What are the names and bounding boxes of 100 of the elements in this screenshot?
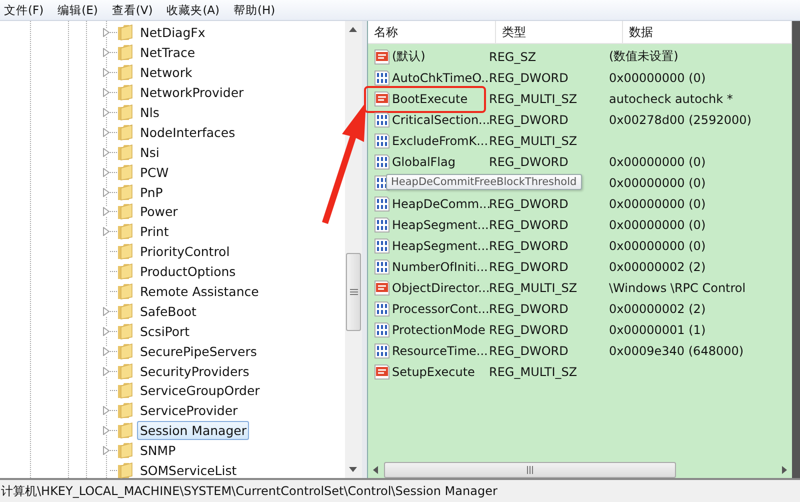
value-data: 0x0009e340 (648000) (609, 344, 745, 358)
scroll-left-icon[interactable] (373, 466, 378, 474)
expand-icon[interactable] (103, 207, 110, 216)
menu-item[interactable]: 收藏夹(A) (166, 2, 220, 18)
value-name[interactable]: HeapSegment... (392, 238, 489, 252)
tree-item[interactable]: Session Manager (137, 421, 250, 440)
folder-icon (117, 44, 135, 62)
value-data: \Windows \RPC Control (609, 280, 747, 294)
expand-icon[interactable] (103, 168, 110, 177)
folder-icon (117, 263, 135, 280)
tree-item[interactable]: ServiceGroupOrder (137, 381, 263, 400)
scroll-up-icon[interactable] (349, 27, 357, 32)
tree-item[interactable]: Power (137, 202, 181, 222)
folder-icon (117, 203, 135, 220)
value-type: REG_DWORD (489, 154, 570, 168)
value-name[interactable]: NumberOfIniti... (392, 260, 488, 274)
column-header[interactable]: 名称 (368, 21, 496, 43)
tree-item[interactable]: PriorityControl (137, 242, 233, 262)
tree-item[interactable]: PnP (137, 182, 166, 202)
grip-icon (350, 289, 358, 295)
scroll-thumb[interactable] (346, 253, 361, 331)
expand-icon[interactable] (103, 108, 110, 117)
tree-item[interactable]: SecurePipeServers (137, 342, 260, 361)
value-name[interactable]: ProcessorCont... (392, 302, 490, 316)
tree-item[interactable]: NetTrace (137, 43, 198, 62)
expand-icon[interactable] (103, 28, 110, 38)
expand-icon[interactable] (103, 227, 110, 236)
value-name[interactable]: ObjectDirector... (392, 280, 490, 294)
tree-item[interactable]: SafeBoot (137, 302, 200, 321)
value-type: REG_DWORD (489, 238, 570, 252)
expand-icon[interactable] (103, 366, 110, 376)
expand-icon[interactable] (103, 68, 110, 78)
value-data: 0x00000000 (0) (609, 218, 707, 232)
column-header[interactable]: 数据 (623, 21, 792, 43)
expand-icon[interactable] (103, 446, 110, 456)
menu-item[interactable]: 查看(V) (112, 2, 153, 18)
value-name[interactable]: (默认) (392, 48, 426, 65)
value-data: 0x00000000 (0) (609, 196, 707, 210)
tree-item[interactable]: Network (137, 63, 196, 82)
expand-icon[interactable] (103, 326, 110, 336)
tree-item[interactable]: Nsi (137, 142, 162, 162)
value-data: 0x00000000 (0) (609, 70, 707, 84)
vertical-scrollbar[interactable] (345, 21, 362, 478)
menu-item[interactable]: 文件(F) (4, 2, 44, 18)
folder-icon (117, 184, 135, 201)
value-name[interactable]: GlobalFlag (392, 154, 456, 168)
menu-item[interactable]: 帮助(H) (234, 2, 276, 18)
scroll-right-icon[interactable] (782, 466, 787, 474)
value-name[interactable]: ResourceTime... (392, 344, 488, 358)
value-name[interactable]: SetupExecute (392, 364, 475, 378)
expand-icon[interactable] (103, 48, 110, 58)
value-data: 0x00000002 (2) (609, 260, 707, 274)
grip-icon (527, 466, 533, 474)
folder-icon (117, 104, 135, 121)
expand-icon[interactable] (103, 346, 110, 356)
tree-item[interactable]: ProductOptions (137, 262, 239, 282)
tree-item[interactable]: NetDiagFx (137, 23, 208, 42)
tree-item[interactable]: SecurityProviders (137, 362, 252, 381)
tree-item[interactable]: Nls (137, 103, 162, 122)
folder-icon (117, 382, 135, 400)
value-data: 0x00278d00 (2592000) (609, 112, 752, 126)
value-name[interactable]: CriticalSection... (392, 112, 490, 126)
scroll-down-icon[interactable] (349, 467, 357, 472)
scroll-thumb[interactable] (384, 462, 676, 478)
horizontal-scrollbar[interactable] (368, 461, 792, 478)
value-name[interactable]: ProtectionMode (392, 322, 486, 336)
tree-item[interactable]: Remote Assistance (137, 282, 262, 302)
column-header[interactable]: 类型 (496, 21, 623, 43)
value-name[interactable]: BootExecute (392, 92, 468, 106)
tree-item[interactable]: SOMServiceList (137, 461, 240, 480)
expand-icon[interactable] (103, 148, 110, 157)
expand-icon[interactable] (103, 88, 110, 98)
folder-icon (117, 144, 135, 161)
expand-icon[interactable] (103, 306, 110, 316)
tree-item[interactable]: ScsiPort (137, 322, 193, 341)
folder-icon (117, 442, 135, 460)
tree-item[interactable]: NodeInterfaces (137, 122, 238, 142)
value-data: 0x00000000 (0) (609, 154, 707, 168)
value-name[interactable]: HeapDeComm... (392, 196, 491, 210)
value-type: REG_MULTI_SZ (489, 134, 578, 148)
value-type: REG_DWORD (489, 344, 570, 358)
tree-item[interactable]: PCW (137, 162, 172, 182)
value-type: REG_DWORD (489, 260, 570, 274)
menu-item[interactable]: 编辑(E) (58, 2, 98, 18)
folder-icon (117, 124, 135, 141)
folder-icon (117, 422, 135, 440)
tree-item[interactable]: NetworkProvider (137, 83, 247, 102)
tree-item[interactable]: Print (137, 222, 172, 242)
tree-item[interactable]: ServiceProvider (137, 401, 241, 420)
value-name[interactable]: ExcludeFromK... (392, 134, 488, 148)
expand-icon[interactable] (103, 188, 110, 197)
expand-icon[interactable] (103, 426, 110, 436)
expand-icon[interactable] (103, 128, 110, 137)
value-data: 0x00000000 (0) (609, 238, 707, 252)
value-type: REG_DWORD (489, 322, 570, 336)
value-name[interactable]: HeapSegment... (392, 218, 489, 232)
folder-icon (117, 164, 135, 181)
folder-icon (117, 362, 135, 380)
tree-item[interactable]: SNMP (137, 441, 179, 460)
expand-icon[interactable] (103, 406, 110, 416)
